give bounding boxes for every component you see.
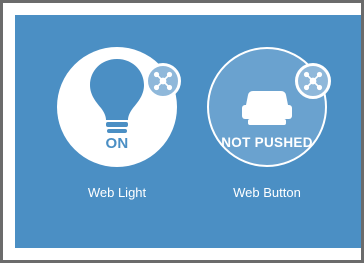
- connection-badge[interactable]: [145, 63, 181, 99]
- network-hub-icon: [303, 71, 323, 91]
- device-name: Web Button: [233, 185, 301, 200]
- device-panel: ON Web Light NOT PUSHED Web Button: [15, 15, 361, 248]
- app-frame: ON Web Light NOT PUSHED Web Button: [0, 0, 364, 263]
- device-state-label: NOT PUSHED: [221, 135, 313, 150]
- device-state-label: ON: [105, 135, 129, 152]
- network-hub-icon: [153, 71, 173, 91]
- connection-badge[interactable]: [295, 63, 331, 99]
- device-name: Web Light: [87, 185, 147, 200]
